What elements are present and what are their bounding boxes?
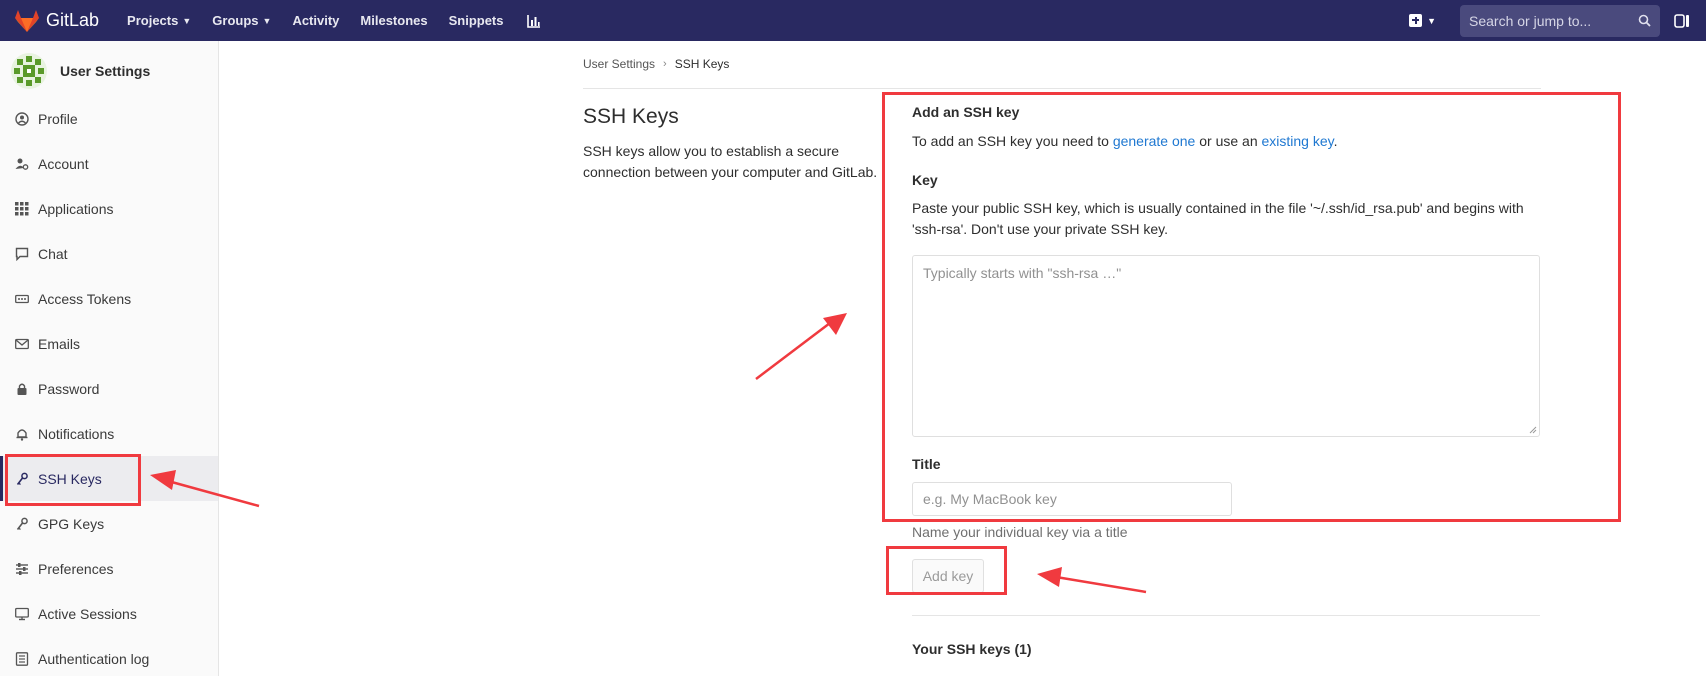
sidebar-item-label: Password	[38, 380, 100, 397]
divider	[583, 88, 1541, 89]
sidebar-item-label: Account	[38, 155, 89, 172]
annotation-arrow-button	[1055, 575, 1147, 594]
sidebar-item-label: Applications	[38, 200, 114, 217]
nav-activity[interactable]: Activity	[292, 13, 339, 28]
preferences-icon	[15, 562, 29, 576]
sidebar-item-password[interactable]: Password	[0, 366, 218, 411]
nav-projects[interactable]: Projects ▼	[127, 13, 191, 28]
nav-groups[interactable]: Groups ▼	[212, 13, 271, 28]
annotation-arrowhead-button	[1037, 567, 1062, 587]
annotation-box-form	[882, 92, 1621, 522]
bell-icon	[15, 427, 29, 441]
sidebar-item-preferences[interactable]: Preferences	[0, 546, 218, 591]
sidebar-item-label: GPG Keys	[38, 515, 105, 532]
search-input[interactable]: Search or jump to...	[1460, 4, 1660, 37]
sidebar-title: User Settings	[60, 63, 151, 79]
applications-icon	[15, 201, 29, 216]
breadcrumb-current[interactable]: SSH Keys	[675, 57, 730, 71]
annotation-box-sidebar	[5, 454, 141, 506]
sidebar-item-label: Emails	[38, 335, 81, 352]
breadcrumb-parent[interactable]: User Settings	[583, 57, 655, 71]
nav-projects-label: Projects	[127, 13, 179, 28]
sidebar-item-applications[interactable]: Applications	[0, 186, 218, 231]
gitlab-tanuki-icon	[15, 9, 39, 32]
sidebar-item-gpg-keys[interactable]: GPG Keys	[0, 501, 218, 546]
page-title: SSH Keys	[583, 105, 679, 128]
sidebar-item-active-sessions[interactable]: Active Sessions	[0, 591, 218, 636]
nav-groups-label: Groups	[212, 13, 259, 28]
annotation-arrow-form	[755, 322, 831, 380]
breadcrumb: User Settings › SSH Keys	[583, 57, 729, 71]
nav-links: Projects ▼ Groups ▼ Activity Milestones Sn…	[127, 13, 540, 28]
email-icon	[15, 337, 29, 351]
plus-square-icon	[1409, 14, 1423, 27]
chat-icon	[15, 247, 29, 261]
annotation-arrowhead-form	[823, 313, 847, 335]
chevron-down-icon: ▼	[262, 15, 272, 26]
search-icon	[1638, 14, 1651, 27]
new-item-dropdown[interactable]: ▼	[1409, 14, 1436, 27]
key-icon	[15, 517, 29, 531]
sidebar-item-emails[interactable]: Emails	[0, 321, 218, 366]
nav-right: ▼ Search or jump to...	[1409, 0, 1706, 41]
sidebar-item-label: Active Sessions	[38, 605, 137, 622]
page-description: SSH keys allow you to establish a secure…	[583, 143, 878, 180]
todos-icon[interactable]	[1674, 13, 1690, 29]
brand-name: GitLab	[46, 10, 100, 30]
sidebar-header[interactable]: User Settings	[0, 41, 218, 101]
sidebar-item-chat[interactable]: Chat	[0, 231, 218, 276]
nav-milestones[interactable]: Milestones	[360, 13, 427, 28]
sidebar-item-profile[interactable]: Profile	[0, 96, 218, 141]
your-ssh-keys-heading: Your SSH keys (1)	[912, 641, 1032, 657]
search-placeholder: Search or jump to...	[1469, 12, 1592, 29]
nav-snippets[interactable]: Snippets	[449, 13, 504, 28]
sidebar-item-label: Authentication log	[38, 650, 150, 667]
divider	[912, 615, 1540, 616]
account-icon	[15, 157, 29, 171]
sidebar-item-access-tokens[interactable]: Access Tokens	[0, 276, 218, 321]
chevron-down-icon: ▼	[1427, 15, 1436, 26]
sidebar-item-label: Notifications	[38, 425, 115, 442]
lock-icon	[15, 382, 29, 396]
sidebar-item-label: Chat	[38, 245, 68, 262]
top-navbar: GitLab Projects ▼ Groups ▼ Activity Milest…	[0, 0, 1706, 41]
sidebar-item-label: Preferences	[38, 560, 114, 577]
sidebar-item-label: Access Tokens	[38, 290, 132, 307]
access-tokens-icon	[15, 292, 29, 306]
avatar	[11, 53, 47, 89]
sidebar-item-account[interactable]: Account	[0, 141, 218, 186]
gitlab-logo[interactable]: GitLab	[14, 9, 99, 33]
sidebar-item-authentication-log[interactable]: Authentication log	[0, 636, 218, 681]
chevron-down-icon: ▼	[182, 15, 192, 26]
monitor-icon	[15, 607, 29, 621]
chart-icon[interactable]	[526, 14, 541, 28]
sidebar-item-label: Profile	[38, 110, 78, 127]
chevron-right-icon: ›	[663, 58, 667, 70]
sidebar-item-notifications[interactable]: Notifications	[0, 411, 218, 456]
annotation-box-button	[886, 546, 1007, 595]
title-help-text: Name your individual key via a title	[912, 524, 1128, 540]
log-icon	[15, 651, 29, 666]
profile-icon	[15, 111, 29, 126]
settings-sidebar: User Settings Profile Account Applicatio…	[0, 41, 219, 676]
